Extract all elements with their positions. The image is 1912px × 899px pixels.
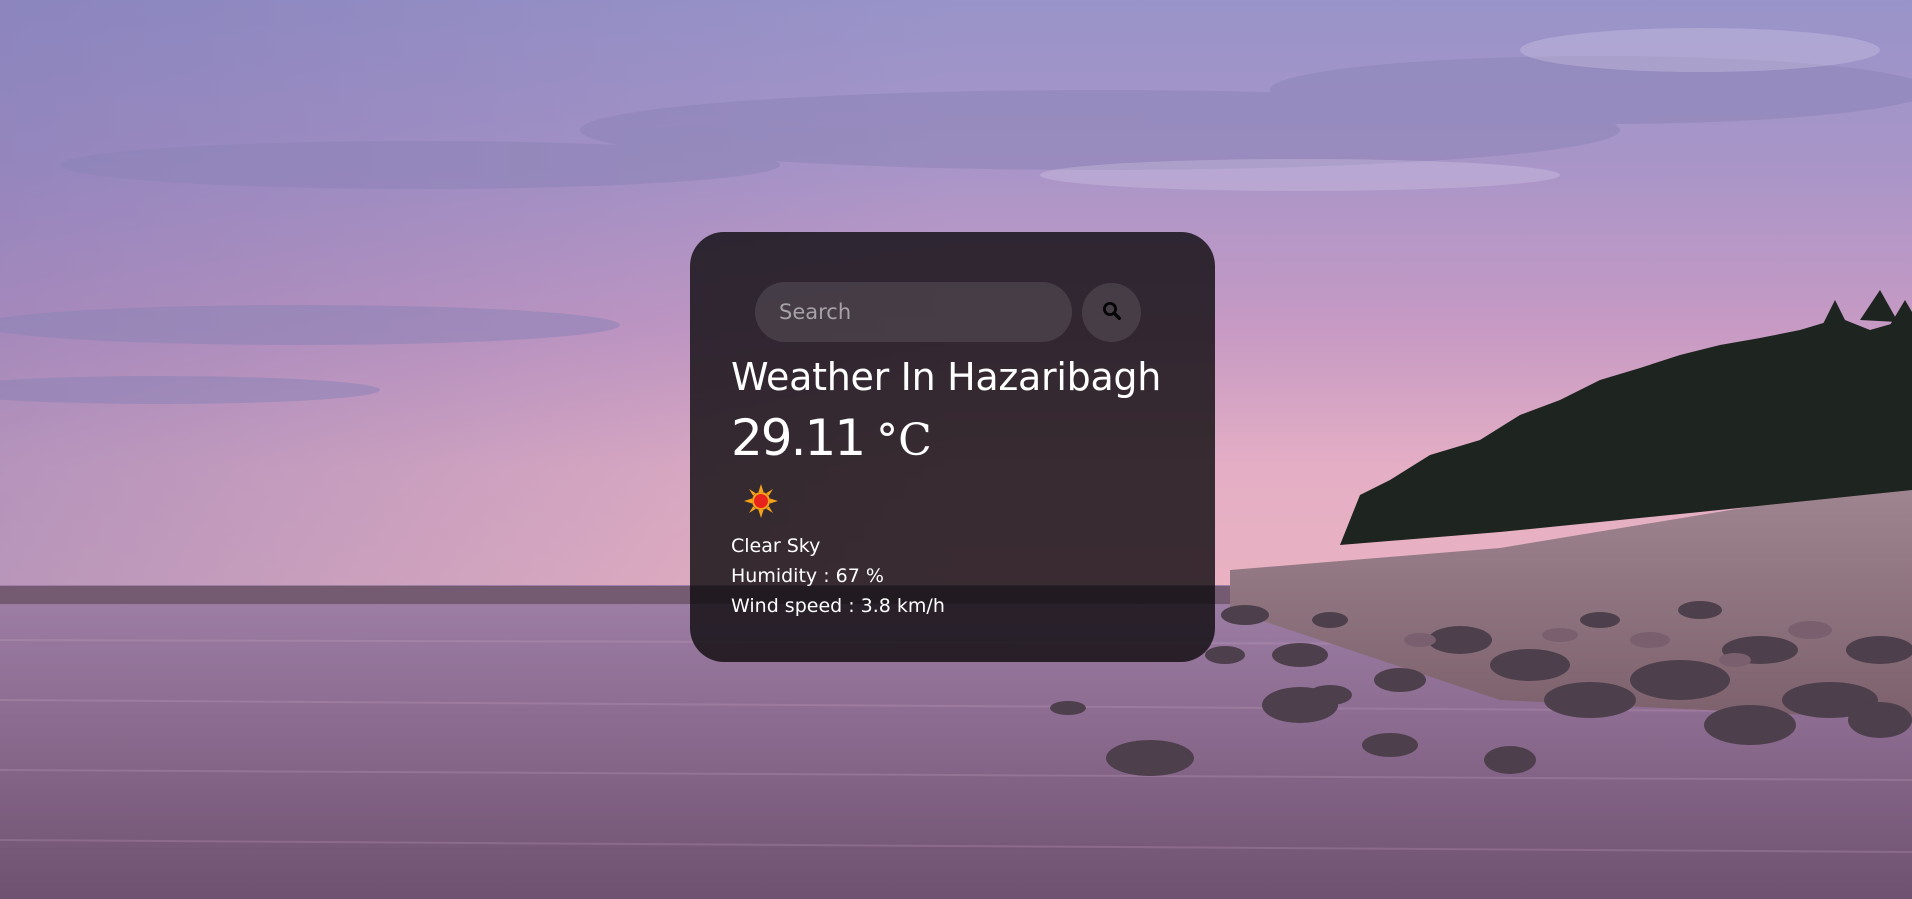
temperature-display: 29.11 °C (731, 410, 1175, 469)
wind-speed-text: Wind speed : 3.8 km/h (731, 595, 945, 617)
temperature-value: 29.11 (731, 409, 866, 467)
temperature-unit: °C (876, 415, 932, 466)
city-heading: Weather In Hazaribagh (731, 355, 1162, 399)
search-bar (755, 282, 1175, 342)
search-input[interactable] (755, 282, 1072, 342)
weather-card: Weather In Hazaribagh 29.11 °C Clear Sky… (690, 232, 1215, 662)
search-icon (1102, 301, 1122, 324)
weather-description: Clear Sky (731, 535, 821, 557)
weather-details: Clear Sky Humidity : 67 % Wind speed : 3… (731, 531, 1175, 621)
humidity-text: Humidity : 67 % (731, 565, 884, 587)
sun-icon (743, 483, 779, 519)
search-button[interactable] (1082, 282, 1141, 342)
